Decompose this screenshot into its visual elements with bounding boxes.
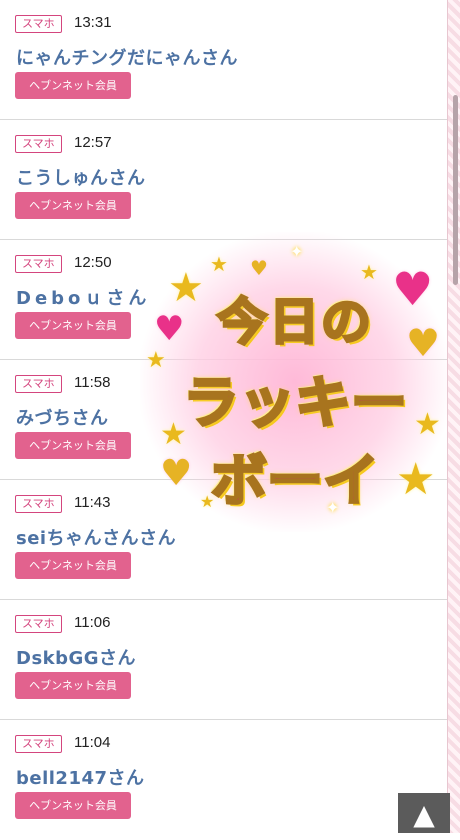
- device-badge: スマホ: [15, 615, 62, 633]
- member-badge-button[interactable]: ヘブンネット会員: [15, 792, 131, 819]
- back-to-top-button[interactable]: ▲: [398, 793, 450, 833]
- device-badge: スマホ: [15, 15, 62, 33]
- star-icon: ★: [360, 260, 378, 284]
- lucky-boy-banner: ★ ★ ♥ ★ ♥ ♥ ♥ ★ ★ ★ ♥ ★ ★ ✦ ✦ 今日の ラッキー ボ…: [140, 232, 450, 532]
- device-badge: スマホ: [15, 255, 62, 273]
- member-badge-button[interactable]: ヘブンネット会員: [15, 192, 131, 219]
- user-name[interactable]: みづちさん: [16, 404, 109, 430]
- device-badge: スマホ: [15, 375, 62, 393]
- visit-time: 12:57: [74, 134, 112, 151]
- visit-time: 11:04: [74, 734, 111, 751]
- member-badge-button[interactable]: ヘブンネット会員: [15, 432, 131, 459]
- member-badge-button[interactable]: ヘブンネット会員: [15, 552, 131, 579]
- scrollbar-thumb[interactable]: [453, 95, 458, 285]
- heart-icon: ♥: [250, 256, 268, 280]
- user-name[interactable]: Deboｕさん: [16, 284, 150, 310]
- banner-text-boy: ボーイ: [210, 448, 381, 516]
- user-name[interactable]: こうしゅんさん: [16, 164, 146, 190]
- visit-time: 12:50: [74, 254, 112, 271]
- banner-text-lucky: ラッキー: [182, 370, 409, 438]
- user-name[interactable]: bell2147さん: [16, 764, 145, 790]
- star-icon: ★: [210, 252, 228, 276]
- member-badge-button[interactable]: ヘブンネット会員: [15, 72, 131, 99]
- triangle-up-icon: ▲: [413, 798, 435, 831]
- member-badge-button[interactable]: ヘブンネット会員: [15, 672, 131, 699]
- member-badge-button[interactable]: ヘブンネット会員: [15, 312, 131, 339]
- list-item: スマホ 13:31 にゃんチングだにゃんさん ヘブンネット会員: [0, 0, 447, 120]
- list-item: スマホ 12:57 こうしゅんさん ヘブンネット会員: [0, 120, 447, 240]
- device-badge: スマホ: [15, 135, 62, 153]
- visit-time: 11:06: [74, 614, 111, 631]
- list-item: スマホ 11:04 bell2147さん ヘブンネット会員: [0, 720, 447, 840]
- user-name[interactable]: にゃんチングだにゃんさん: [16, 44, 238, 70]
- device-badge: スマホ: [15, 495, 62, 513]
- sparkle-icon: ✦: [290, 242, 304, 261]
- visit-time: 11:43: [74, 494, 111, 511]
- visit-time: 13:31: [74, 14, 112, 31]
- banner-text-today: 今日の: [216, 292, 373, 353]
- list-item: スマホ 11:06 DskbGGさん ヘブンネット会員: [0, 600, 447, 720]
- user-name[interactable]: DskbGGさん: [16, 644, 136, 670]
- device-badge: スマホ: [15, 735, 62, 753]
- visit-time: 11:58: [74, 374, 111, 391]
